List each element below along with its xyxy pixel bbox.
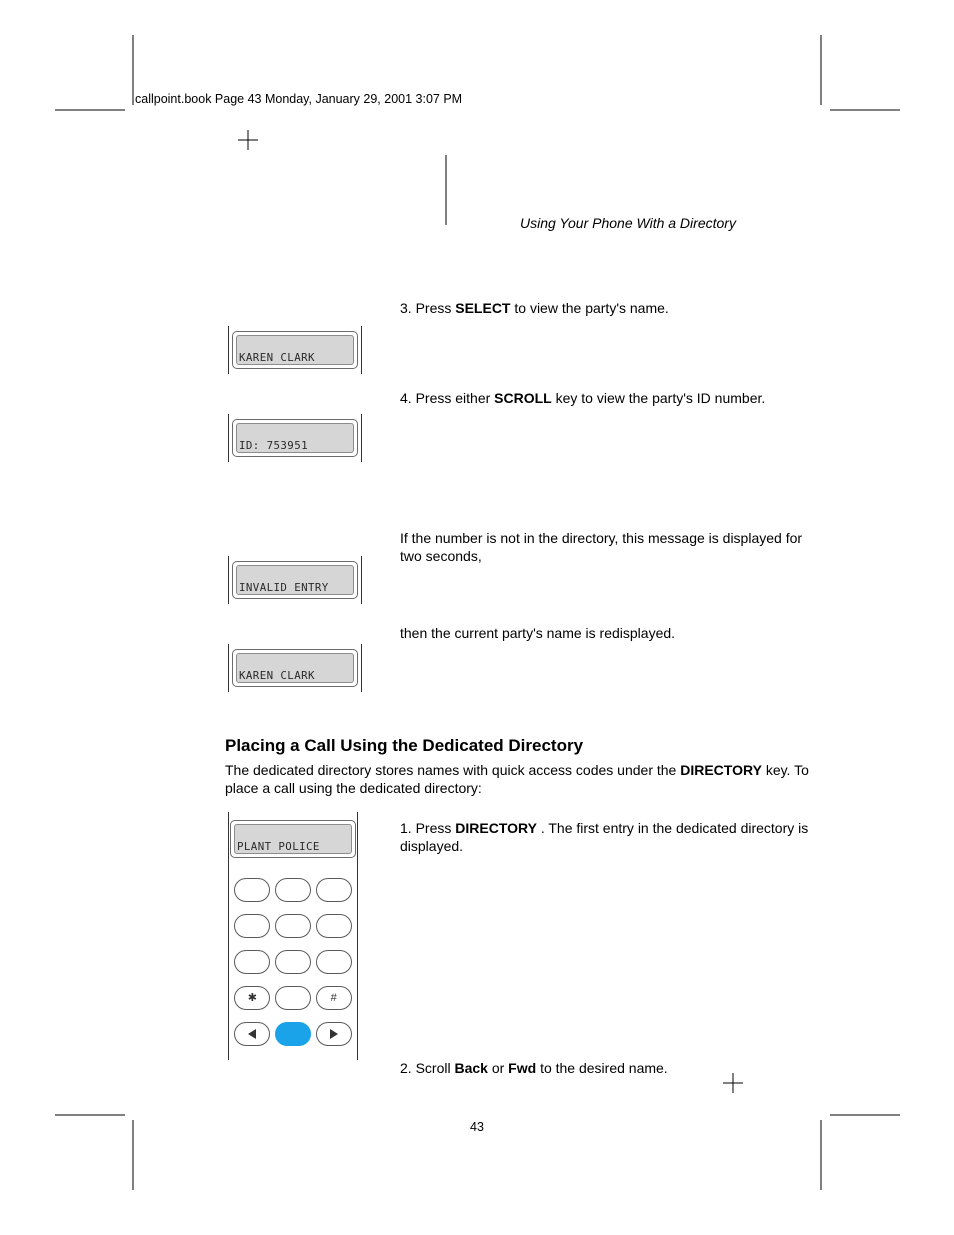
lcd-name-redisplay: KAREN CLARK bbox=[228, 644, 362, 692]
step-4: 4. Press either SCROLL key to view the p… bbox=[400, 390, 810, 408]
directory-key-label: DIRECTORY bbox=[680, 762, 762, 778]
step-4-a: 4. Press either bbox=[400, 390, 494, 406]
page: callpoint.book Page 43 Monday, January 2… bbox=[0, 0, 954, 1235]
key-0[interactable] bbox=[275, 986, 311, 1010]
frame-bar bbox=[228, 556, 229, 604]
frame-bar bbox=[361, 414, 362, 462]
page-number: 43 bbox=[470, 1120, 484, 1134]
dir-step-2: 2. Scroll Back or Fwd to the desired nam… bbox=[400, 1060, 810, 1078]
lcd-screen: KAREN CLARK bbox=[232, 331, 358, 369]
scroll-key-label: SCROLL bbox=[494, 390, 552, 406]
crop-marks bbox=[0, 0, 954, 1235]
dir-step-1: 1. Press DIRECTORY . The first entry in … bbox=[400, 820, 810, 855]
back-key-label: Back bbox=[454, 1060, 487, 1076]
lcd-screen: KAREN CLARK bbox=[232, 649, 358, 687]
section-body: The dedicated directory stores names wit… bbox=[225, 762, 815, 797]
invalid-note-1: If the number is not in the directory, t… bbox=[400, 530, 810, 565]
frame-bar bbox=[357, 812, 358, 1060]
invalid-note-2: then the current party's name is redispl… bbox=[400, 625, 810, 643]
dir-step-2-mid: or bbox=[492, 1060, 508, 1076]
fwd-key-label: Fwd bbox=[508, 1060, 536, 1076]
lcd-screen: PLANT POLICE bbox=[230, 820, 356, 858]
dir-step-2-b: to the desired name. bbox=[540, 1060, 668, 1076]
section-body-a: The dedicated directory stores names wit… bbox=[225, 762, 680, 778]
running-header: callpoint.book Page 43 Monday, January 2… bbox=[135, 92, 462, 106]
key-5[interactable] bbox=[275, 914, 311, 938]
step-3: 3. Press SELECT to view the party's name… bbox=[400, 300, 669, 318]
frame-bar bbox=[228, 326, 229, 374]
step-3-b: to view the party's name. bbox=[514, 300, 668, 316]
key-9[interactable] bbox=[316, 950, 352, 974]
lcd-screen: ID: 753951 bbox=[232, 419, 358, 457]
lcd-text: KAREN CLARK bbox=[239, 669, 351, 682]
lcd-screen: INVALID ENTRY bbox=[232, 561, 358, 599]
dir-step-1-a: 1. Press bbox=[400, 820, 455, 836]
key-star[interactable]: ✱ bbox=[234, 986, 270, 1010]
lcd-id-display: ID: 753951 bbox=[228, 414, 362, 462]
lcd-text: PLANT POLICE bbox=[237, 840, 349, 853]
key-scroll-fwd[interactable] bbox=[316, 1022, 352, 1046]
key-4[interactable] bbox=[234, 914, 270, 938]
frame-bar bbox=[228, 414, 229, 462]
frame-bar bbox=[361, 326, 362, 374]
triangle-right-icon bbox=[330, 1029, 338, 1039]
frame-bar bbox=[361, 556, 362, 604]
frame-bar bbox=[228, 812, 229, 1060]
key-3[interactable] bbox=[316, 878, 352, 902]
key-6[interactable] bbox=[316, 914, 352, 938]
section-heading: Placing a Call Using the Dedicated Direc… bbox=[225, 735, 583, 756]
key-directory[interactable] bbox=[275, 1022, 311, 1046]
select-key-label: SELECT bbox=[455, 300, 510, 316]
lcd-text: ID: 753951 bbox=[239, 439, 351, 452]
triangle-left-icon bbox=[248, 1029, 256, 1039]
key-hash[interactable]: # bbox=[316, 986, 352, 1010]
key-2[interactable] bbox=[275, 878, 311, 902]
key-8[interactable] bbox=[275, 950, 311, 974]
lcd-invalid-display: INVALID ENTRY bbox=[228, 556, 362, 604]
dir-step-2-a: 2. Scroll bbox=[400, 1060, 454, 1076]
directory-key-label-2: DIRECTORY bbox=[455, 820, 537, 836]
lcd-text: KAREN CLARK bbox=[239, 351, 351, 364]
key-1[interactable] bbox=[234, 878, 270, 902]
page-title: Using Your Phone With a Directory bbox=[520, 215, 736, 233]
lcd-text: INVALID ENTRY bbox=[239, 581, 351, 594]
key-scroll-back[interactable] bbox=[234, 1022, 270, 1046]
phone-keypad: ✱ # bbox=[233, 874, 353, 1050]
step-4-b: key to view the party's ID number. bbox=[556, 390, 766, 406]
lcd-name-display: KAREN CLARK bbox=[228, 326, 362, 374]
frame-bar bbox=[361, 644, 362, 692]
step-3-a: 3. Press bbox=[400, 300, 455, 316]
frame-bar bbox=[228, 644, 229, 692]
key-7[interactable] bbox=[234, 950, 270, 974]
phone-figure: PLANT POLICE ✱ # bbox=[228, 812, 358, 1060]
